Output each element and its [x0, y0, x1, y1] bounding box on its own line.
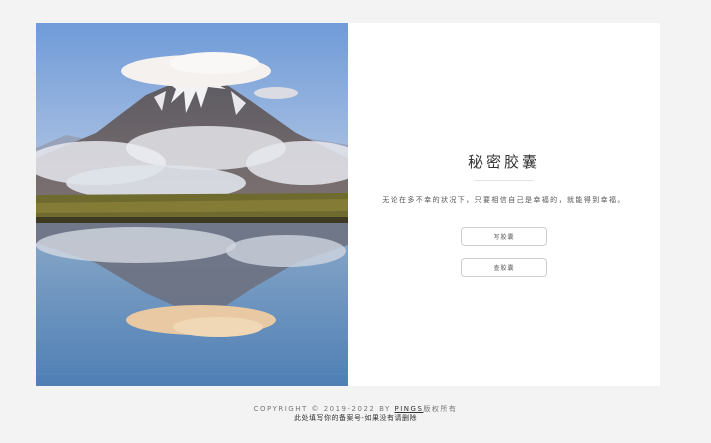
brand-link[interactable]: PINGS — [395, 405, 424, 413]
copyright-suffix: 版权所有 — [423, 405, 458, 413]
write-capsule-button[interactable]: 写胶囊 — [461, 227, 547, 246]
capsule-slogan: 无论在多不幸的状况下，只要相信自己是幸福的，就能得到幸福。 — [382, 196, 626, 204]
capsule-card: 秘密胶囊 无论在多不幸的状况下，只要相信自己是幸福的，就能得到幸福。 写胶囊 查… — [36, 23, 660, 386]
copyright-line: COPYRIGHT © 2019-2022 BY PINGS版权所有 — [0, 405, 711, 414]
view-capsule-button[interactable]: 查胶囊 — [461, 258, 547, 277]
capsule-panel: 秘密胶囊 无论在多不幸的状况下，只要相信自己是幸福的，就能得到幸福。 写胶囊 查… — [348, 23, 660, 386]
footer: COPYRIGHT © 2019-2022 BY PINGS版权所有 此处填写你… — [0, 405, 711, 423]
title-divider — [474, 180, 534, 181]
page-title: 秘密胶囊 — [467, 153, 540, 171]
copyright-text: COPYRIGHT © 2019-2022 BY — [253, 405, 395, 413]
mountain-lake-photo — [36, 23, 348, 386]
mountain-illustration — [36, 23, 348, 386]
beian-link[interactable]: 此处填写你的备案号-如果没有请删除 — [0, 414, 711, 423]
